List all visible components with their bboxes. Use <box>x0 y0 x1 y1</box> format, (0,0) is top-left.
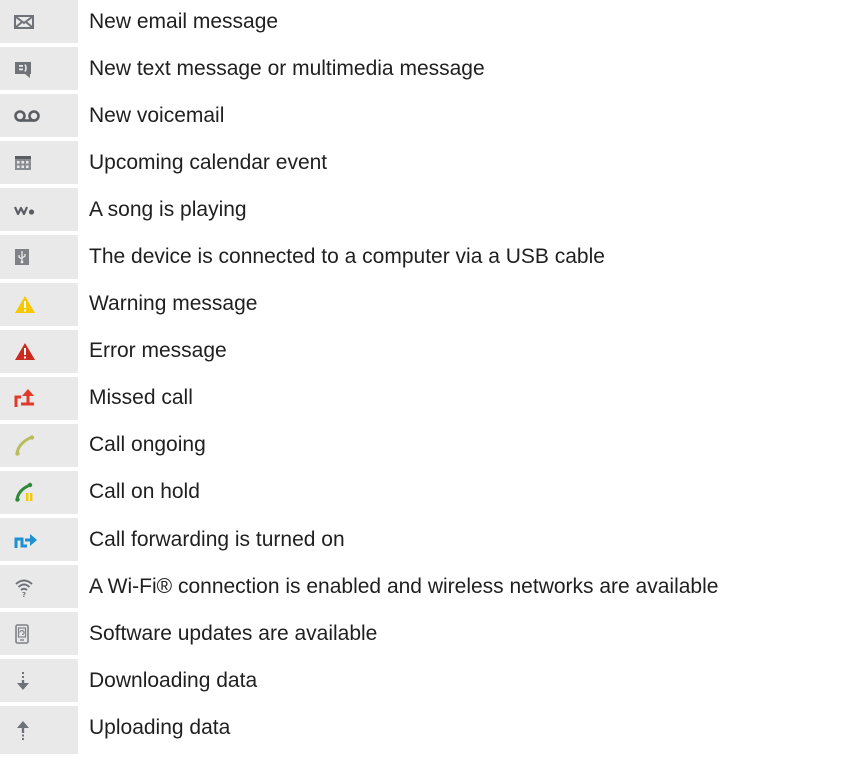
calendar-icon <box>14 155 32 171</box>
legend-row: New voicemail <box>0 94 852 142</box>
legend-label: New voicemail <box>89 103 225 127</box>
legend-label: A song is playing <box>89 197 247 221</box>
legend-row: Upcoming calendar event <box>0 141 852 189</box>
legend-row: The device is connected to a computer vi… <box>0 235 852 283</box>
legend-label: New email message <box>89 9 279 33</box>
legend-row: Call ongoing <box>0 423 852 471</box>
email-icon <box>14 14 34 30</box>
legend-label: Call ongoing <box>89 433 206 457</box>
legend-label: Uploading data <box>89 715 231 739</box>
call-on-hold-icon <box>14 481 36 503</box>
walkman-icon <box>14 204 36 216</box>
text-message-icon <box>14 60 32 78</box>
legend-row: Missed call <box>0 376 852 424</box>
usb-icon <box>14 248 30 266</box>
uploading-icon <box>14 720 32 740</box>
legend-label: Call forwarding is turned on <box>89 527 345 551</box>
legend-row: Software updates are available <box>0 612 852 660</box>
error-icon <box>14 342 36 361</box>
legend-label: Warning message <box>89 292 258 316</box>
warning-icon <box>14 295 36 314</box>
legend-row: Error message <box>0 329 852 377</box>
legend-label: Downloading data <box>89 668 258 692</box>
missed-call-icon <box>14 388 36 408</box>
legend-row: A song is playing <box>0 188 852 236</box>
legend-label: New text message or multimedia message <box>89 56 485 80</box>
call-forwarding-icon <box>14 531 38 549</box>
legend-row: New text message or multimedia message <box>0 47 852 95</box>
voicemail-icon <box>14 109 40 123</box>
legend-row: Uploading data <box>0 706 852 754</box>
svg-text:?: ? <box>22 591 26 597</box>
legend-label: Call on hold <box>89 480 200 504</box>
legend-row: Call forwarding is turned on <box>0 518 852 566</box>
legend-label: Error message <box>89 339 227 363</box>
downloading-icon <box>14 671 32 691</box>
software-update-icon <box>14 623 30 644</box>
legend-label: Software updates are available <box>89 621 378 645</box>
legend-row: New email message <box>0 0 852 48</box>
legend-label: The device is connected to a computer vi… <box>89 245 605 269</box>
wifi-icon: ? <box>14 577 34 597</box>
legend-label: Missed call <box>89 386 193 410</box>
legend-row: Downloading data <box>0 659 852 707</box>
legend-row: Warning message <box>0 282 852 330</box>
call-ongoing-icon <box>14 434 36 457</box>
legend-row: ? A Wi-Fi® connection is enabled and wir… <box>0 565 852 613</box>
status-icon-legend: New email message New text message or mu… <box>0 0 852 754</box>
legend-label: A Wi-Fi® connection is enabled and wirel… <box>89 574 719 598</box>
legend-label: Upcoming calendar event <box>89 150 328 174</box>
legend-row: Call on hold <box>0 470 852 519</box>
